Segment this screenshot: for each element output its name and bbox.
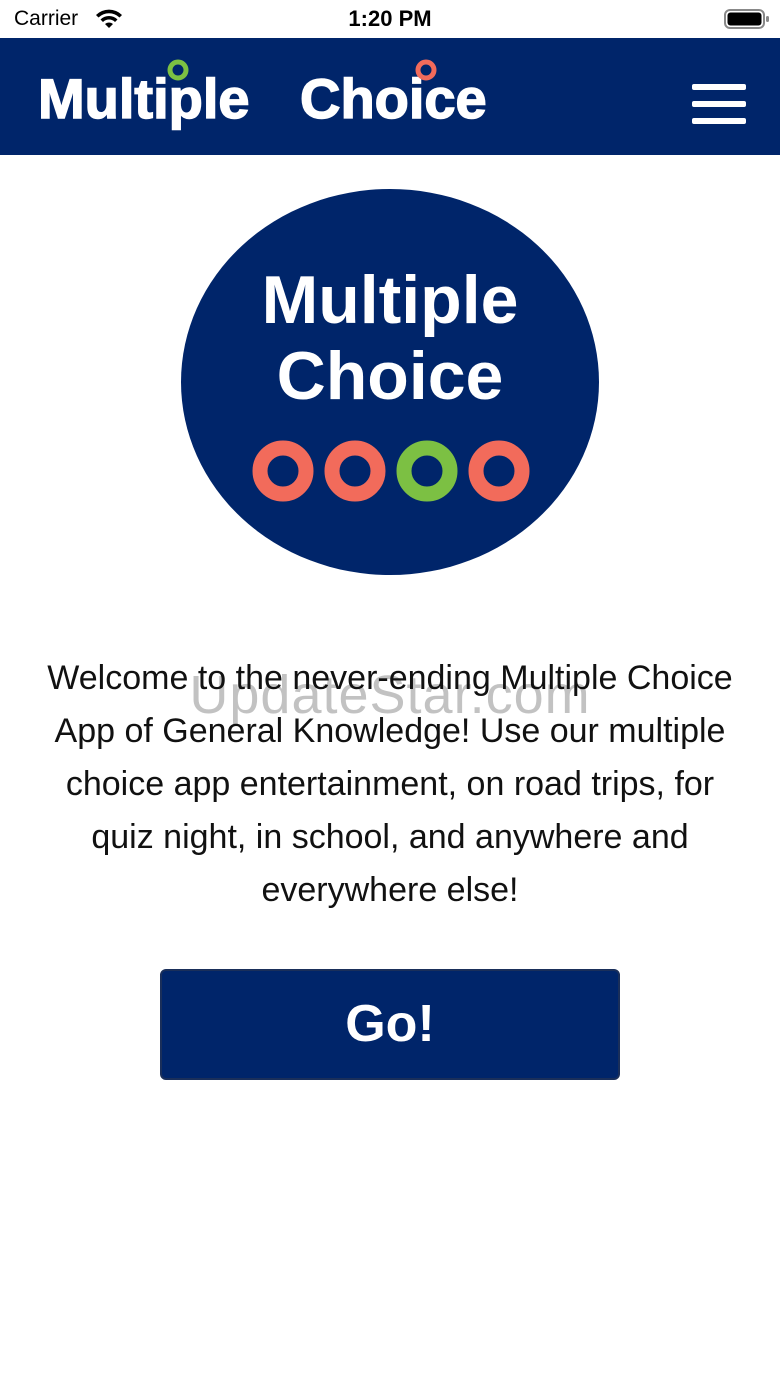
hero-logo: Multiple Choice [180,188,600,576]
hero-line-choice: Choice [276,338,504,414]
app-header: Multiple Choice [0,38,780,155]
hero-line-multiple: Multiple [261,262,519,338]
status-bar: Carrier 1:20 PM [0,0,780,38]
status-time: 1:20 PM [348,6,432,31]
brand-logo: Multiple Choice [37,59,487,131]
brand-word-choice: Choice [300,67,487,130]
brand-word-multiple: Multiple [38,67,250,130]
battery-icon [724,9,769,29]
welcome-text: Welcome to the never-ending Multiple Cho… [47,659,733,909]
hamburger-menu-icon[interactable] [688,82,748,126]
app-screen: Carrier 1:20 PM Multiple Choice Multiple… [0,0,780,1387]
go-button[interactable]: Go! [160,969,620,1080]
